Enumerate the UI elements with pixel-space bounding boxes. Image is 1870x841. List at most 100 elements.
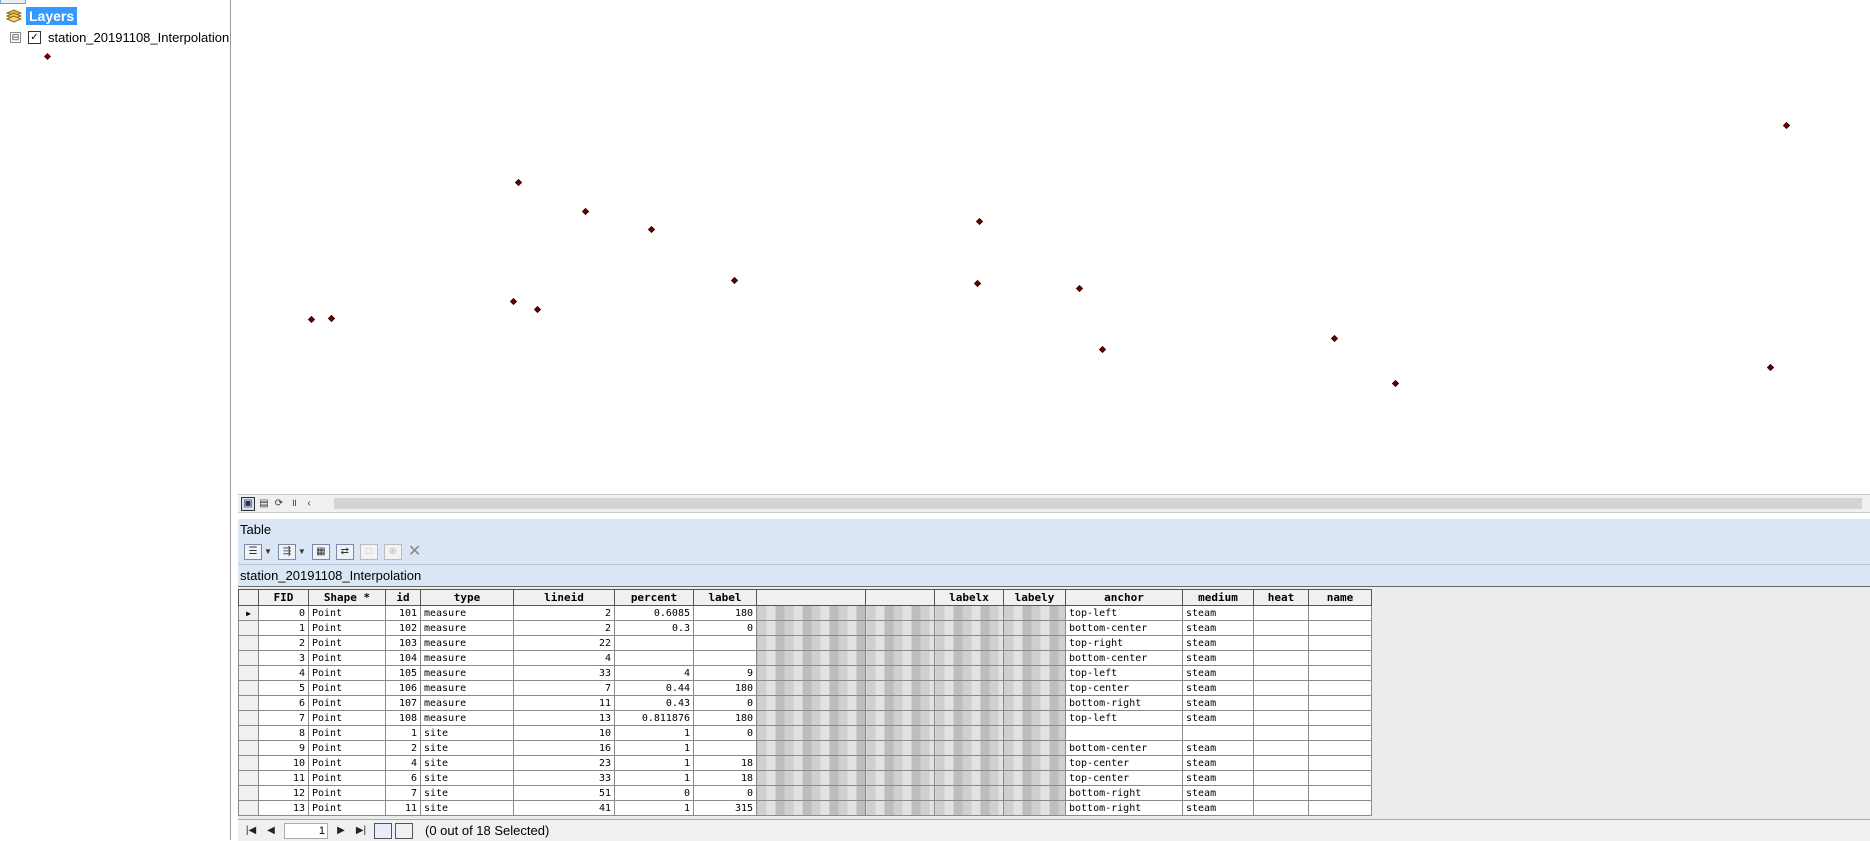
table-cell[interactable]: 0.6085 <box>614 605 694 621</box>
row-selector-header[interactable] <box>238 589 259 606</box>
column-header[interactable]: FID <box>258 589 309 606</box>
station-point[interactable] <box>1075 284 1084 293</box>
table-cell[interactable] <box>756 695 866 711</box>
table-cell[interactable] <box>1003 665 1066 681</box>
table-cell[interactable] <box>1003 635 1066 651</box>
table-cell[interactable] <box>1253 635 1309 651</box>
table-cell[interactable] <box>1253 650 1309 666</box>
table-cell[interactable]: 22 <box>513 635 615 651</box>
row-selector[interactable] <box>238 710 259 726</box>
table-cell[interactable] <box>934 620 1004 636</box>
table-cell[interactable]: 0.44 <box>614 680 694 696</box>
row-selector[interactable] <box>238 725 259 741</box>
table-cell[interactable]: 4 <box>385 755 421 771</box>
table-cell[interactable] <box>865 710 935 726</box>
related-tables-button[interactable]: ⇶ ▼ <box>277 543 306 560</box>
table-cell[interactable] <box>756 785 866 801</box>
table-row[interactable]: 11 Point 6 site 33 1 18 top-center steam <box>238 770 1372 786</box>
table-cell[interactable]: 1 <box>614 755 694 771</box>
horizontal-scrollbar[interactable] <box>334 498 1862 509</box>
table-cell[interactable] <box>934 755 1004 771</box>
table-cell[interactable]: 0 <box>693 620 757 636</box>
table-cell[interactable]: steam <box>1182 680 1254 696</box>
first-record-icon[interactable]: |◀ <box>244 824 258 838</box>
station-point[interactable] <box>327 314 336 323</box>
table-cell[interactable]: 7 <box>513 680 615 696</box>
column-header[interactable]: labely <box>1003 589 1066 606</box>
column-header[interactable]: heat <box>1253 589 1309 606</box>
table-cell[interactable] <box>865 635 935 651</box>
table-cell[interactable]: 0 <box>258 605 309 621</box>
table-cell[interactable]: 10 <box>513 725 615 741</box>
table-cell[interactable]: steam <box>1182 740 1254 756</box>
station-point[interactable] <box>975 217 984 226</box>
layer-visibility-checkbox[interactable]: ✓ <box>28 30 41 44</box>
table-cell[interactable]: steam <box>1182 635 1254 651</box>
table-cell[interactable]: 180 <box>693 605 757 621</box>
table-cell[interactable]: measure <box>420 710 514 726</box>
table-cell[interactable]: 30. <box>1003 785 1066 801</box>
table-cell[interactable]: 1 <box>614 800 694 816</box>
table-cell[interactable]: measure <box>420 680 514 696</box>
table-cell[interactable]: 2 <box>513 605 615 621</box>
table-cell[interactable] <box>756 680 866 696</box>
table-cell[interactable]: Point <box>308 755 386 771</box>
table-cell[interactable] <box>865 695 935 711</box>
table-cell[interactable]: 12 <box>258 785 309 801</box>
table-row[interactable]: 6 Point 107 measure 11 0.43 0 bottom-right steam <box>238 695 1372 711</box>
layer-name[interactable]: station_20191108_Interpolation <box>48 30 229 45</box>
table-cell[interactable] <box>1003 740 1066 756</box>
table-row[interactable]: 10 Point 4 site 23 1 18 top-center steam <box>238 755 1372 771</box>
table-cell[interactable] <box>1253 680 1309 696</box>
table-cell[interactable]: Point <box>308 605 386 621</box>
table-cell[interactable]: 1 <box>614 770 694 786</box>
table-cell[interactable] <box>1003 710 1066 726</box>
table-cell[interactable]: 7 <box>385 785 421 801</box>
table-cell[interactable]: steam <box>1182 755 1254 771</box>
table-cell[interactable]: 2 <box>513 620 615 636</box>
table-cell[interactable]: 4 <box>614 665 694 681</box>
table-cell[interactable]: 9 <box>693 665 757 681</box>
row-selector[interactable] <box>238 800 259 816</box>
column-header[interactable]: medium <box>1182 589 1254 606</box>
table-cell[interactable]: 6 <box>385 770 421 786</box>
table-tab[interactable]: station_20191108_Interpolation <box>238 564 1870 588</box>
row-selector[interactable] <box>238 770 259 786</box>
table-cell[interactable]: 13 <box>513 710 615 726</box>
column-header[interactable]: percent <box>614 589 694 606</box>
station-point[interactable] <box>533 305 542 314</box>
table-cell[interactable] <box>865 665 935 681</box>
table-cell[interactable] <box>865 680 935 696</box>
table-cell[interactable]: 120.34 <box>756 800 866 816</box>
table-cell[interactable] <box>756 770 866 786</box>
table-cell[interactable] <box>1003 680 1066 696</box>
table-cell[interactable]: 103 <box>385 635 421 651</box>
table-cell[interactable]: top-left <box>1065 665 1183 681</box>
table-cell[interactable]: 11 <box>385 800 421 816</box>
table-cell[interactable]: measure <box>420 635 514 651</box>
station-point[interactable] <box>509 297 518 306</box>
table-row[interactable]: 9 Point 2 site 16 1 bottom-center steam <box>238 740 1372 756</box>
row-selector[interactable] <box>238 650 259 666</box>
table-cell[interactable]: measure <box>420 650 514 666</box>
table-cell[interactable]: 0 <box>693 785 757 801</box>
table-cell[interactable]: 0.3 <box>614 620 694 636</box>
table-cell[interactable]: bottom-center <box>1065 740 1183 756</box>
table-row[interactable]: 7 Point 108 measure 13 0.811876 180 top-left ste… <box>238 710 1372 726</box>
table-cell[interactable]: site <box>420 725 514 741</box>
table-cell[interactable]: 106 <box>385 680 421 696</box>
table-cell[interactable] <box>934 665 1004 681</box>
table-cell[interactable]: bottom-center <box>1065 620 1183 636</box>
table-cell[interactable] <box>1003 650 1066 666</box>
table-cell[interactable] <box>934 695 1004 711</box>
row-selector[interactable] <box>238 785 259 801</box>
table-cell[interactable] <box>1253 755 1309 771</box>
table-cell[interactable] <box>1003 605 1066 621</box>
table-cell[interactable]: steam <box>1182 650 1254 666</box>
table-options-button[interactable]: ☰ ▼ <box>244 543 272 560</box>
table-cell[interactable] <box>934 710 1004 726</box>
row-selector[interactable] <box>238 755 259 771</box>
table-cell[interactable]: measure <box>420 605 514 621</box>
table-cell[interactable] <box>1253 785 1309 801</box>
table-cell[interactable]: 41 <box>513 800 615 816</box>
